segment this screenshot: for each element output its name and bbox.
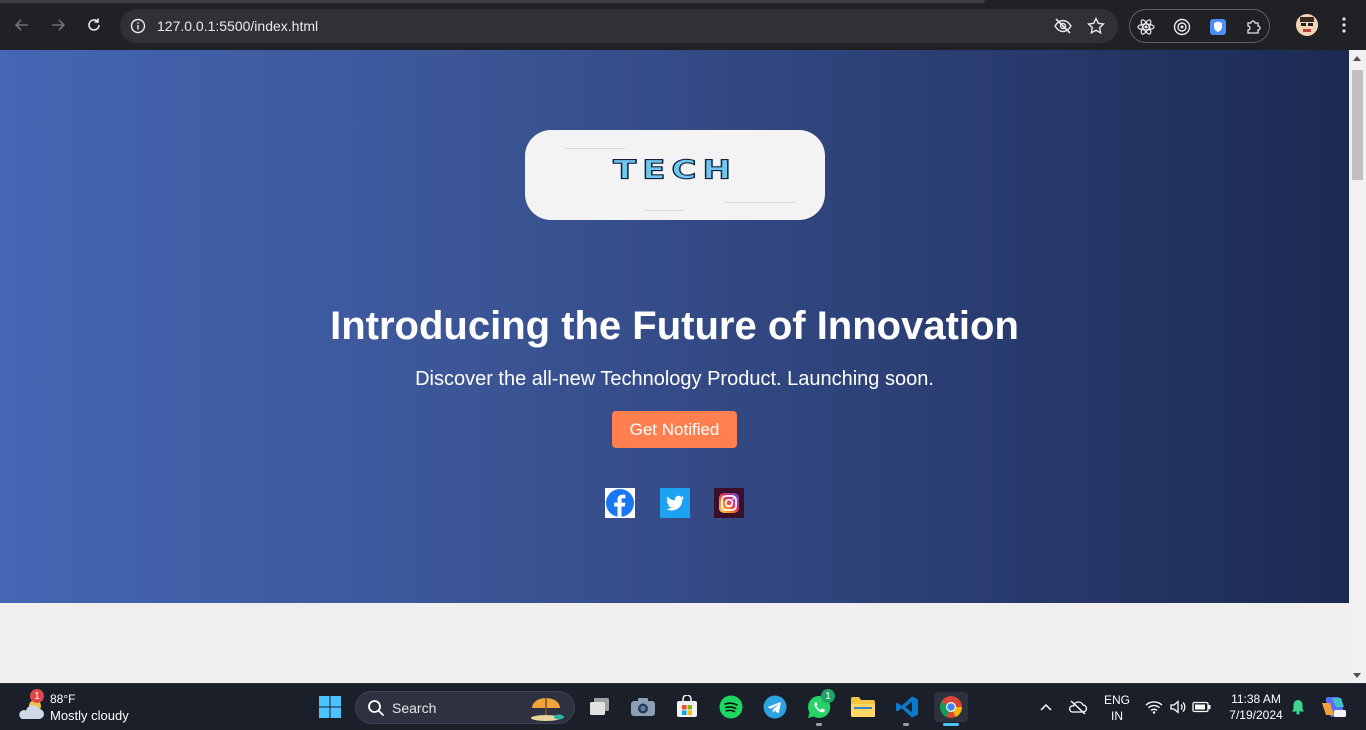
logo-card: TECH [525, 130, 825, 220]
facebook-link[interactable] [605, 488, 635, 518]
active-indicator [943, 723, 959, 726]
task-view-icon [590, 698, 609, 715]
scroll-thumb[interactable] [1352, 70, 1363, 180]
browser-toolbar: 127.0.0.1:5500/index.html [0, 0, 1366, 50]
url-text[interactable]: 127.0.0.1:5500/index.html [157, 18, 318, 34]
address-bar[interactable]: 127.0.0.1:5500/index.html [120, 9, 1118, 43]
chrome-icon [940, 696, 962, 718]
vscode-button[interactable] [892, 692, 922, 722]
folder-icon [851, 697, 875, 717]
wifi-icon [1145, 701, 1163, 714]
reload-button[interactable] [81, 12, 107, 38]
start-button[interactable] [315, 692, 345, 722]
reload-icon [88, 18, 100, 31]
extensions-group [1129, 9, 1270, 43]
scroll-down-arrow-icon[interactable] [1353, 673, 1361, 678]
telegram-icon [763, 695, 787, 719]
back-arrow-icon [14, 19, 28, 31]
weather-condition: Mostly cloudy [50, 708, 129, 723]
hero-subtitle: Discover the all-new Technology Product.… [415, 368, 934, 390]
search-icon [368, 700, 385, 717]
chevron-up-icon [1040, 703, 1052, 711]
running-indicator [903, 723, 909, 726]
copilot-icon [1322, 697, 1346, 717]
speaker-icon [1170, 700, 1186, 714]
chrome-button[interactable] [934, 692, 968, 722]
spotify-button[interactable] [716, 692, 746, 722]
onedrive-button[interactable] [1066, 692, 1090, 722]
spotify-icon [719, 695, 743, 719]
weather-badge: 1 [30, 689, 44, 703]
microsoft-store-button[interactable] [672, 692, 702, 722]
back-button[interactable] [9, 12, 35, 38]
browser-menu-icon[interactable] [1334, 14, 1354, 36]
input-region[interactable]: IN [1100, 709, 1134, 723]
target-extension-icon[interactable] [1172, 17, 1192, 37]
volume-status[interactable] [1166, 692, 1190, 722]
profile-avatar[interactable] [1296, 14, 1318, 36]
logo-texture [645, 210, 685, 211]
show-hidden-icons-button[interactable] [1034, 692, 1058, 722]
store-bag-icon [677, 695, 697, 717]
wifi-status[interactable] [1142, 692, 1166, 722]
camera-icon [631, 698, 655, 716]
puzzle-extensions-icon[interactable] [1244, 17, 1264, 37]
bell-icon [1292, 700, 1304, 715]
page-scrollbar[interactable] [1349, 50, 1366, 683]
windows-logo-icon [319, 696, 341, 718]
get-notified-button[interactable]: Get Notified [612, 411, 737, 448]
eye-off-icon[interactable] [1053, 16, 1073, 36]
hero-title: Introducing the Future of Innovation [330, 304, 1019, 348]
instagram-link[interactable] [714, 488, 744, 518]
weather-temperature: 88°F [50, 692, 76, 706]
logo-wordmark: TECH [612, 154, 737, 185]
shield-extension-icon[interactable] [1208, 17, 1228, 37]
tab-strip-edge [0, 0, 985, 3]
hero-section: TECH Introducing the Future of Innovatio… [0, 50, 1349, 603]
cloud-off-icon [1069, 700, 1088, 715]
clock-time[interactable]: 11:38 AM [1222, 692, 1290, 706]
facebook-icon [605, 488, 635, 518]
battery-icon [1192, 701, 1211, 713]
whatsapp-button[interactable]: 1 [804, 689, 835, 722]
scroll-up-arrow-icon[interactable] [1353, 56, 1361, 61]
file-explorer-button[interactable] [848, 692, 878, 722]
forward-button[interactable] [45, 12, 71, 38]
copilot-button[interactable] [1318, 692, 1348, 722]
search-highlight-beach-icon [531, 698, 564, 721]
react-devtools-icon[interactable] [1136, 17, 1156, 37]
whatsapp-badge: 1 [821, 689, 835, 703]
language-indicator[interactable]: ENG [1100, 693, 1134, 707]
camera-app-button[interactable] [628, 692, 658, 722]
logo-texture [725, 202, 795, 203]
notifications-button[interactable] [1286, 692, 1310, 722]
clock-date[interactable]: 7/19/2024 [1222, 708, 1290, 722]
twitter-link[interactable] [660, 488, 690, 518]
vscode-icon [896, 696, 918, 718]
bookmark-star-icon[interactable] [1086, 16, 1106, 36]
site-info-icon[interactable] [128, 16, 148, 36]
battery-status[interactable] [1190, 692, 1214, 722]
weather-widget[interactable]: 1 88°F Mostly cloudy [16, 689, 166, 726]
taskbar: 1 88°F Mostly cloudy Search 1 ENG IN 11:… [0, 683, 1366, 730]
telegram-button[interactable] [760, 692, 790, 722]
taskbar-search[interactable]: Search [355, 691, 575, 724]
forward-arrow-icon [52, 19, 66, 31]
running-indicator [816, 723, 822, 726]
instagram-icon [714, 488, 744, 518]
logo-texture [565, 148, 625, 149]
task-view-button[interactable] [585, 692, 615, 722]
search-label: Search [392, 700, 437, 716]
twitter-icon [660, 488, 690, 518]
